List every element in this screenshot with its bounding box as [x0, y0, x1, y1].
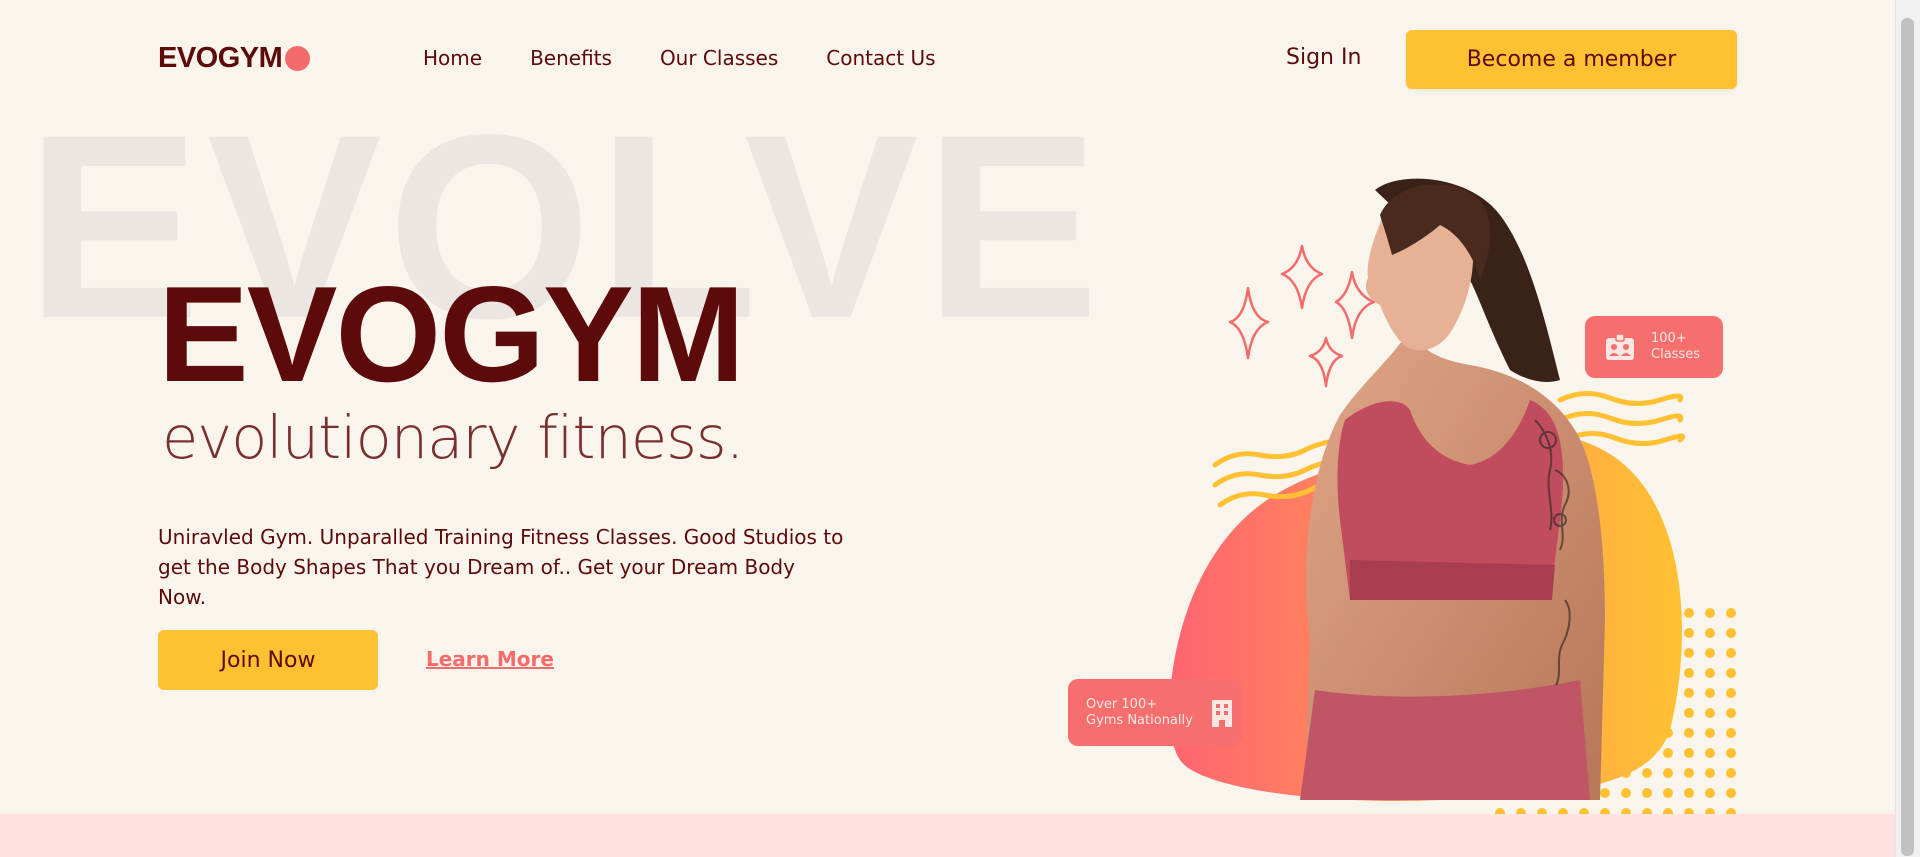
join-now-button[interactable]: Join Now — [158, 630, 378, 690]
vertical-scrollbar[interactable] — [1895, 0, 1920, 857]
logo-dot — [285, 46, 311, 71]
building-icon — [1209, 698, 1235, 728]
hero-description: Uniravled Gym. Unparalled Training Fitne… — [158, 525, 844, 609]
gyms-stat-card: Over 100+ Gyms Nationally — [1068, 679, 1242, 746]
hero-subtitle: evolutionary fitness. — [162, 403, 744, 472]
page: EVOGYM Home Benefits Our Classes Contact… — [0, 0, 1896, 857]
logo-text: EVOGYM — [158, 42, 283, 74]
nav-link-home[interactable]: Home — [423, 46, 482, 70]
gyms-stat-text: Over 100+ Gyms Nationally — [1086, 697, 1193, 729]
logo[interactable]: EVOGYM — [158, 42, 311, 75]
gyms-stat-line1: Over 100+ — [1086, 696, 1158, 712]
classes-stat-line2: Classes — [1651, 347, 1700, 362]
sparkles — [1228, 244, 1376, 388]
scrollbar-thumb[interactable] — [1901, 18, 1914, 856]
learn-more-link[interactable]: Learn More — [426, 647, 554, 671]
nav-link-our-classes[interactable]: Our Classes — [660, 46, 778, 70]
sign-in-link[interactable]: Sign In — [1286, 45, 1361, 70]
id-card-icon — [1605, 332, 1635, 362]
classes-stat-card: 100+ Classes — [1585, 316, 1723, 378]
nav-links: Home Benefits Our Classes Contact Us — [423, 46, 936, 70]
next-section-strip — [0, 814, 1896, 857]
nav-link-contact-us[interactable]: Contact Us — [826, 46, 935, 70]
gyms-stat-line2: Gyms Nationally — [1086, 712, 1193, 728]
classes-stat-text: 100+ Classes — [1651, 331, 1700, 363]
hero-title: EVOGYM — [158, 258, 745, 410]
become-member-button[interactable]: Become a member — [1406, 30, 1737, 89]
classes-stat-line1: 100+ — [1651, 331, 1687, 346]
athlete-figure — [1300, 178, 1605, 800]
nav-link-benefits[interactable]: Benefits — [530, 46, 612, 70]
